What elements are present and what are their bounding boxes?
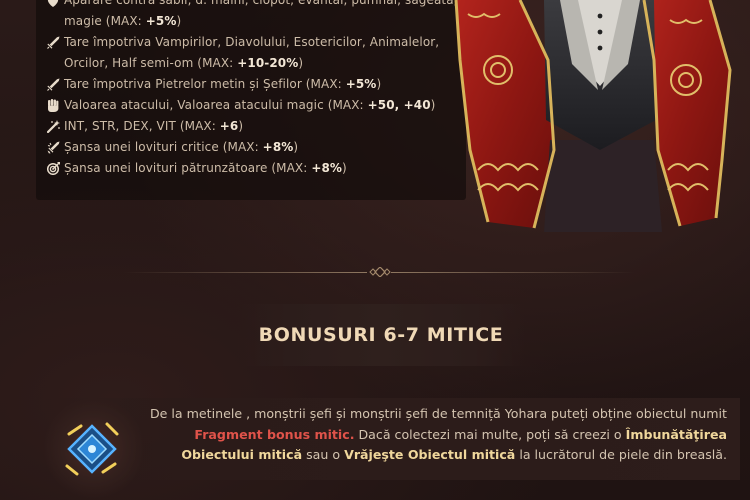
- fragment-name: Fragment bonus mitic.: [194, 426, 355, 442]
- list-item: Tare împotriva Pietrelor metin și Șefilo…: [46, 74, 466, 95]
- list-item: Tare împotriva Vampirilor, Diavolului, E…: [46, 32, 466, 74]
- list-item: Șansa unei lovituri critice (MAX: +8%): [46, 137, 466, 158]
- section-divider: [123, 267, 635, 277]
- fist-icon: [46, 99, 60, 113]
- fragment-description: De la metinele , monștrii șefi și monștr…: [149, 406, 727, 462]
- list-item: Valoarea atacului, Valoarea atacului mag…: [46, 95, 466, 116]
- shield-icon: [46, 0, 60, 8]
- list-item: Șansa unei lovituri pătrunzătoare (MAX: …: [46, 158, 466, 179]
- target-icon: [46, 161, 60, 176]
- character-illustration: [448, 0, 748, 232]
- critical-hit-icon: [46, 141, 60, 155]
- section-title: BONUSURI 6-7 MITICE: [258, 324, 504, 346]
- section-header: BONUSURI 6-7 MITICE: [236, 304, 526, 366]
- enchant-item-name: Vrăjeşte Obiectul mitică: [344, 447, 516, 462]
- bonus-list: Apărare contra săbii, d. mâini, clopot, …: [46, 0, 466, 179]
- sword-icon: [46, 36, 60, 50]
- list-item: INT, STR, DEX, VIT (MAX: +6): [46, 116, 466, 137]
- wand-icon: [46, 120, 60, 134]
- mythic-fragment-icon: [65, 422, 119, 476]
- list-item: Apărare contra săbii, d. mâini, clopot, …: [46, 0, 466, 32]
- sword-icon: [46, 78, 60, 92]
- diamond-ornament-icon: [369, 267, 391, 277]
